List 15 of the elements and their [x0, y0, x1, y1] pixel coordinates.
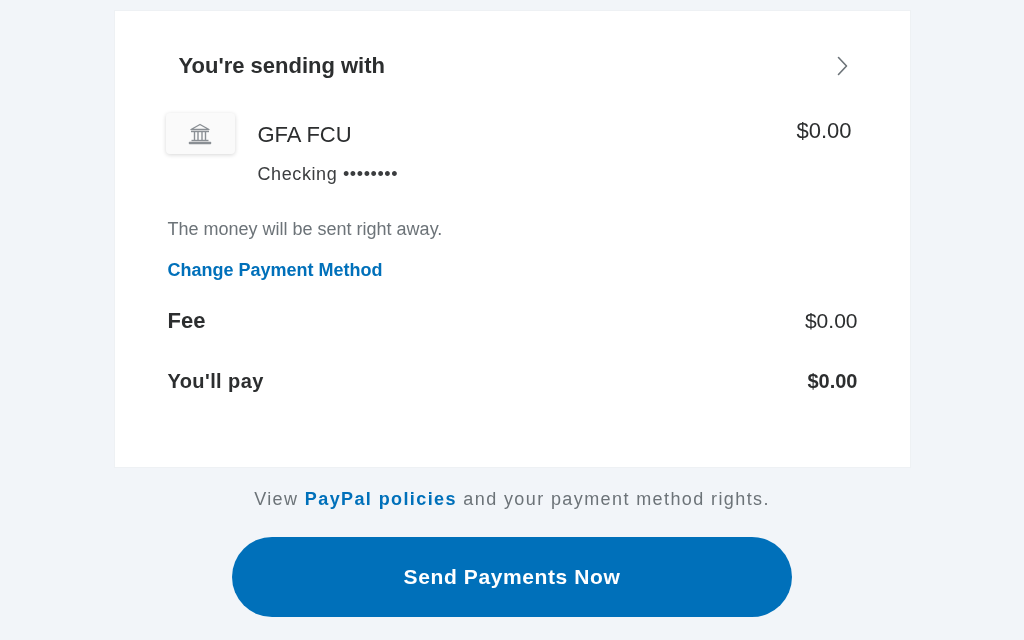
chevron-right-icon[interactable]	[836, 56, 848, 76]
fee-label: Fee	[167, 307, 206, 335]
bank-icon	[165, 113, 235, 154]
policies-link[interactable]: PayPal policies	[304, 489, 457, 509]
account-type: Checking ••••••••	[257, 163, 400, 186]
send-button[interactable]: Send Payments Now	[232, 537, 792, 617]
transfer-note: The money will be sent right away.	[167, 218, 444, 241]
policy-text: View PayPal policies and your payment method rights.	[253, 488, 771, 511]
section-title: You're sending with	[178, 52, 385, 80]
payment-amount: $0.00	[796, 117, 852, 145]
fee-amount: $0.00	[804, 308, 858, 334]
total-amount: $0.00	[807, 369, 858, 394]
change-payment-link[interactable]: Change Payment Method	[167, 258, 383, 282]
bank-name: GFA FCU	[257, 121, 353, 149]
total-label: You'll pay	[167, 369, 264, 394]
